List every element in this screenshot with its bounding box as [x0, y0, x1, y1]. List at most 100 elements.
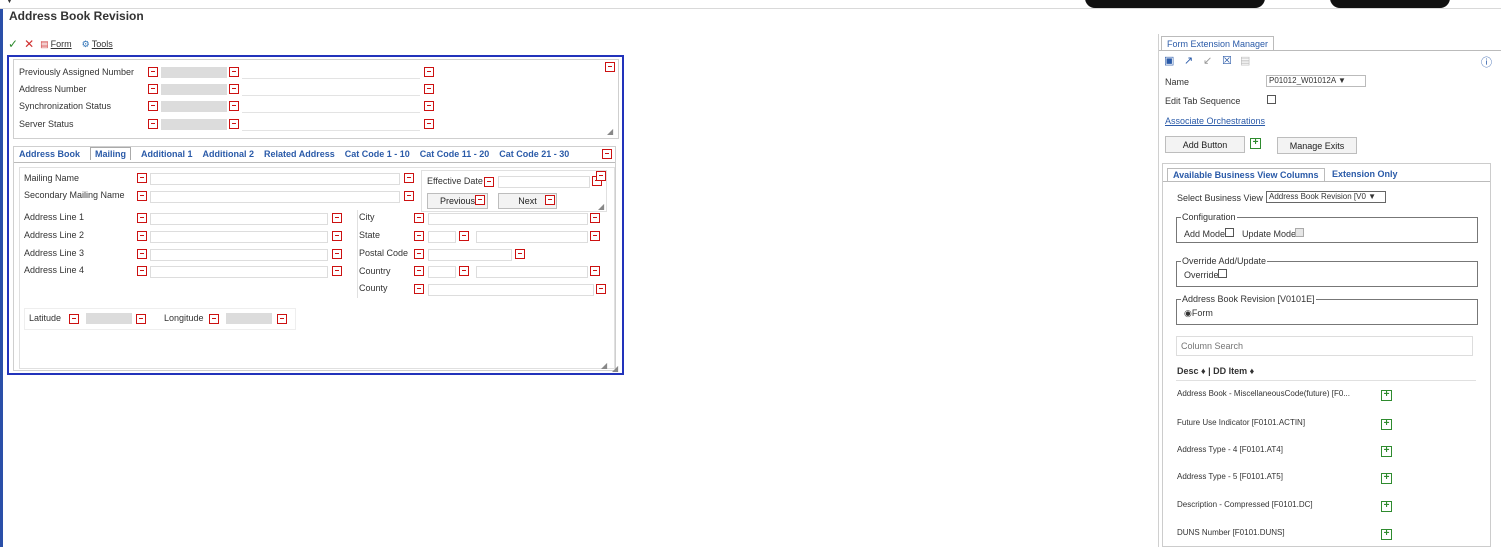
remove-icon[interactable]	[459, 231, 469, 241]
add-mode-checkbox[interactable]	[1225, 228, 1234, 237]
list-icon[interactable]: ▤	[1240, 54, 1250, 67]
remove-icon[interactable]	[137, 266, 147, 276]
remove-icon[interactable]	[137, 213, 147, 223]
gear-icon[interactable]: ⚙	[82, 39, 90, 50]
effective-date-input[interactable]	[498, 176, 590, 188]
name-select[interactable]: P01012_W01012A ▼	[1266, 75, 1366, 87]
remove-icon[interactable]	[484, 177, 494, 187]
city-input[interactable]	[428, 213, 588, 225]
latitude-field[interactable]	[86, 313, 132, 324]
form-menu-icon[interactable]: ▤	[40, 39, 49, 50]
remove-icon[interactable]	[605, 62, 615, 72]
form-radio[interactable]: ◉Form	[1184, 308, 1213, 319]
remove-icon[interactable]	[459, 266, 469, 276]
address-number-field[interactable]	[161, 84, 227, 95]
add-plus-icon[interactable]: +	[1381, 473, 1392, 484]
remove-icon[interactable]	[545, 195, 555, 205]
remove-icon[interactable]	[414, 266, 424, 276]
remove-icon[interactable]	[229, 119, 239, 129]
remove-icon[interactable]	[424, 119, 434, 129]
tab-available-business-view-columns[interactable]: Available Business View Columns	[1167, 168, 1325, 181]
remove-icon[interactable]	[137, 231, 147, 241]
longitude-field[interactable]	[226, 313, 272, 324]
remove-icon[interactable]	[148, 84, 158, 94]
postal-code-input[interactable]	[428, 249, 512, 261]
add-button[interactable]: Add Button	[1165, 136, 1245, 153]
remove-icon[interactable]	[209, 314, 219, 324]
ok-check-icon[interactable]: ✓	[8, 37, 18, 51]
column-header[interactable]: Desc ♦ | DD Item ♦	[1177, 366, 1254, 376]
add-plus-icon[interactable]: +	[1250, 138, 1261, 149]
override-checkbox[interactable]	[1218, 269, 1227, 278]
update-mode-checkbox[interactable]	[1295, 228, 1304, 237]
remove-icon[interactable]	[229, 84, 239, 94]
add-plus-icon[interactable]: +	[1381, 529, 1392, 540]
remove-icon[interactable]	[414, 284, 424, 294]
resize-grip-icon[interactable]: ◢	[598, 202, 604, 211]
remove-icon[interactable]	[332, 249, 342, 259]
remove-icon[interactable]	[590, 231, 600, 241]
add-plus-icon[interactable]: +	[1381, 390, 1392, 401]
resize-grip-icon[interactable]: ◢	[607, 127, 613, 136]
remove-icon[interactable]	[602, 149, 612, 159]
remove-icon[interactable]	[277, 314, 287, 324]
add-plus-icon[interactable]: +	[1381, 501, 1392, 512]
info-icon[interactable]: ⓘ	[1481, 54, 1492, 70]
remove-icon[interactable]	[136, 314, 146, 324]
remove-icon[interactable]	[515, 249, 525, 259]
export-icon[interactable]: ↗	[1184, 54, 1193, 67]
caret-down-icon[interactable]: ▼	[6, 0, 13, 5]
tab-cat-code-1-10[interactable]: Cat Code 1 - 10	[345, 149, 410, 160]
previously-assigned-number-field[interactable]	[161, 67, 227, 78]
remove-icon[interactable]	[424, 84, 434, 94]
tab-extension-only[interactable]: Extension Only	[1332, 169, 1398, 179]
cancel-x-icon[interactable]: ✕	[24, 37, 34, 51]
remove-icon[interactable]	[229, 67, 239, 77]
secondary-mailing-name-input[interactable]	[150, 191, 400, 203]
resize-grip-icon[interactable]: ◢	[601, 361, 607, 370]
remove-icon[interactable]	[332, 213, 342, 223]
address-line-3-input[interactable]	[150, 249, 328, 261]
address-line-2-input[interactable]	[150, 231, 328, 243]
remove-icon[interactable]	[596, 284, 606, 294]
synchronization-status-field[interactable]	[161, 101, 227, 112]
remove-icon[interactable]	[148, 67, 158, 77]
edit-tab-sequence-checkbox[interactable]	[1267, 95, 1276, 104]
form-menu[interactable]: Form	[51, 39, 72, 49]
state-input[interactable]	[428, 231, 456, 243]
business-view-select[interactable]: Address Book Revision [V0 ▼	[1266, 191, 1386, 203]
remove-icon[interactable]	[590, 213, 600, 223]
remove-icon[interactable]	[596, 171, 606, 181]
remove-icon[interactable]	[69, 314, 79, 324]
remove-icon[interactable]	[475, 195, 485, 205]
add-plus-icon[interactable]: +	[1381, 419, 1392, 430]
remove-icon[interactable]	[424, 101, 434, 111]
remove-icon[interactable]	[414, 231, 424, 241]
column-search-input[interactable]	[1176, 336, 1473, 356]
mailing-name-input[interactable]	[150, 173, 400, 185]
address-line-1-input[interactable]	[150, 213, 328, 225]
country-input[interactable]	[428, 266, 456, 278]
save-icon[interactable]: ▣	[1164, 54, 1174, 67]
tools-menu[interactable]: Tools	[92, 39, 113, 49]
tab-cat-code-21-30[interactable]: Cat Code 21 - 30	[499, 149, 569, 160]
tab-additional-1[interactable]: Additional 1	[141, 149, 193, 160]
remove-icon[interactable]	[424, 67, 434, 77]
remove-icon[interactable]	[590, 266, 600, 276]
remove-icon[interactable]	[414, 249, 424, 259]
server-status-field[interactable]	[161, 119, 227, 130]
tab-mailing[interactable]: Mailing	[90, 147, 132, 160]
remove-icon[interactable]	[137, 191, 147, 201]
tab-address-book[interactable]: Address Book	[19, 149, 80, 160]
address-line-4-input[interactable]	[150, 266, 328, 278]
delete-extension-icon[interactable]: ☒	[1222, 54, 1232, 67]
remove-icon[interactable]	[332, 266, 342, 276]
tab-related-address[interactable]: Related Address	[264, 149, 335, 160]
remove-icon[interactable]	[148, 101, 158, 111]
remove-icon[interactable]	[404, 173, 414, 183]
import-icon[interactable]: ↙	[1203, 54, 1212, 67]
remove-icon[interactable]	[229, 101, 239, 111]
remove-icon[interactable]	[404, 191, 414, 201]
remove-icon[interactable]	[137, 173, 147, 183]
tab-form-extension-manager[interactable]: Form Extension Manager	[1161, 36, 1275, 51]
